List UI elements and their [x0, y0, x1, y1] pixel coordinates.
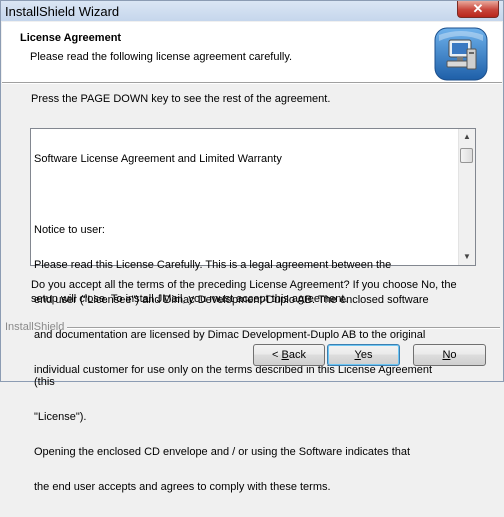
vertical-scrollbar[interactable]: ▲ ▼ [458, 129, 475, 265]
page-down-instruction: Press the PAGE DOWN key to see the rest … [31, 93, 331, 105]
close-icon: ✕ [472, 1, 484, 16]
license-line: Please read this License Carefully. This… [34, 258, 392, 271]
installshield-brand-label: InstallShield [5, 321, 65, 333]
license-line: and documentation are licensed by Dimac … [34, 328, 426, 341]
license-line: individual customer for use only on the … [34, 364, 436, 388]
license-text: Software License Agreement and Limited W… [34, 131, 454, 517]
scroll-down-arrow-icon[interactable]: ▼ [459, 249, 475, 265]
header-divider [2, 82, 502, 84]
page-subtitle: Please read the following license agreem… [30, 51, 293, 63]
installer-window: InstallShield Wizard ✕ License Agreement… [0, 0, 504, 493]
footer-divider [67, 327, 500, 329]
title-bar[interactable]: InstallShield Wizard ✕ [1, 1, 503, 21]
license-text-box[interactable]: Software License Agreement and Limited W… [30, 128, 476, 493]
scroll-up-arrow-icon[interactable]: ▲ [459, 129, 475, 145]
scroll-thumb[interactable] [460, 148, 473, 163]
license-line: Notice to user: [34, 223, 105, 236]
license-line: the end user accepts and agrees to compl… [34, 481, 331, 494]
page-title: License Agreement [20, 32, 122, 44]
license-line: Opening the enclosed CD envelope and / o… [34, 445, 411, 458]
license-line: Software License Agreement and Limited W… [34, 153, 282, 166]
close-button[interactable]: ✕ [457, 1, 499, 18]
wizard-header: License Agreement Please read the follow… [2, 22, 502, 82]
back-button[interactable]: < Back [253, 344, 325, 366]
installshield-computer-icon [434, 27, 488, 81]
window-title: InstallShield Wizard [5, 4, 120, 19]
license-line: "License"). [34, 410, 87, 423]
yes-button[interactable]: Yes [327, 344, 400, 366]
no-button[interactable]: No [413, 344, 486, 366]
license-line [34, 190, 454, 202]
accept-question: Do you accept all the terms of the prece… [31, 279, 457, 305]
